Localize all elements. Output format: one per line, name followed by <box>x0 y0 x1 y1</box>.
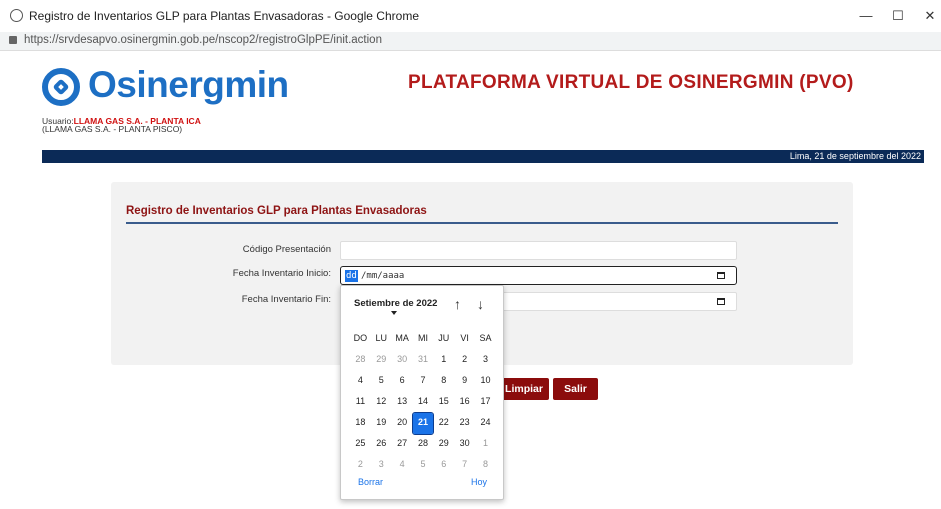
calendar-day[interactable]: 15 <box>433 392 454 413</box>
calendar-day[interactable]: 27 <box>392 434 413 455</box>
calendar-day[interactable]: 7 <box>454 455 475 476</box>
maximize-button[interactable]: ☐ <box>888 6 908 26</box>
calendar-day[interactable]: 4 <box>392 455 413 476</box>
calendar-day[interactable]: 12 <box>371 392 392 413</box>
calendar-day[interactable]: 20 <box>392 413 413 434</box>
calendar-day[interactable]: 1 <box>475 434 496 455</box>
calendar-day[interactable]: 30 <box>454 434 475 455</box>
calendar-day[interactable]: 3 <box>475 350 496 371</box>
calendar-day[interactable]: 19 <box>371 413 392 434</box>
minimize-button[interactable]: — <box>856 6 876 26</box>
calendar-icon[interactable] <box>717 298 725 305</box>
inicio-date-rest[interactable]: /mm/aaaa <box>361 270 404 282</box>
brand-name: Osinergmin <box>88 64 289 105</box>
calendar-day[interactable]: 25 <box>350 434 371 455</box>
arrow-up-icon[interactable]: ↑ <box>454 296 461 312</box>
calendar-day[interactable]: 14 <box>413 392 434 413</box>
weekday-label: LU <box>375 333 388 343</box>
platform-title: PLATAFORMA VIRTUAL DE OSINERGMIN (PVO) <box>408 72 854 93</box>
calendar-day[interactable]: 30 <box>392 350 413 371</box>
weekday-label: VI <box>460 333 469 343</box>
calendar-day[interactable]: 7 <box>413 371 434 392</box>
weekday-label: SA <box>479 333 492 343</box>
form-heading: Registro de Inventarios GLP para Plantas… <box>126 205 427 217</box>
weekday-label: DO <box>353 333 368 343</box>
today-button[interactable]: Hoy <box>471 477 487 487</box>
window-title: Registro de Inventarios GLP para Plantas… <box>29 9 419 23</box>
heading-divider <box>126 222 838 224</box>
calendar-day[interactable]: 5 <box>371 371 392 392</box>
calendar-day[interactable]: 23 <box>454 413 475 434</box>
calendar-day[interactable]: 9 <box>454 371 475 392</box>
calendar-day[interactable]: 10 <box>475 371 496 392</box>
current-date: Lima, 21 de septiembre del 2022 <box>789 151 921 161</box>
datepicker-popup: Setiembre de 2022 ↑ ↓ DO LU MA MI JU VI SA 28 2… <box>340 285 504 500</box>
calendar-day[interactable]: 4 <box>350 371 371 392</box>
calendar-day[interactable]: 13 <box>392 392 413 413</box>
calendar-day[interactable]: 29 <box>371 350 392 371</box>
calendar-day[interactable]: 11 <box>350 392 371 413</box>
arrow-down-icon[interactable]: ↓ <box>477 296 484 312</box>
fin-label: Fecha Inventario Fin: <box>241 294 331 305</box>
calendar-day[interactable]: 31 <box>413 350 434 371</box>
calendar-week: 11 12 13 14 15 16 17 <box>350 392 496 413</box>
calendar-day[interactable]: 28 <box>413 434 434 455</box>
calendar-week: 4 5 6 7 8 9 10 <box>350 371 496 392</box>
calendar-day[interactable]: 16 <box>454 392 475 413</box>
user-plant: (LLAMA GAS S.A. - PLANTA PISCO) <box>42 124 183 134</box>
chevron-down-icon[interactable] <box>391 311 397 315</box>
nav-band: Lima, 21 de septiembre del 2022 <box>42 150 924 163</box>
calendar-week: 18 19 20 21 22 23 24 <box>350 412 496 435</box>
calendar-day[interactable]: 3 <box>371 455 392 476</box>
calendar-week: 25 26 27 28 29 30 1 <box>350 434 496 455</box>
chrome-icon <box>10 9 23 22</box>
weekday-label: MI <box>417 333 428 343</box>
calendar-day[interactable]: 26 <box>371 434 392 455</box>
calendar-week: 28 29 30 31 1 2 3 <box>350 350 496 371</box>
codigo-label: Código Presentación <box>242 244 331 255</box>
close-button[interactable]: ✕ <box>920 6 940 26</box>
calendar-day[interactable]: 17 <box>475 392 496 413</box>
salir-button[interactable]: Salir <box>553 378 598 400</box>
logo-mark-icon <box>42 68 80 106</box>
address-bar[interactable]: https://srvdesapvo.osinergmin.gob.pe/nsc… <box>0 32 941 51</box>
calendar-day[interactable]: 28 <box>350 350 371 371</box>
calendar-day[interactable]: 5 <box>413 455 434 476</box>
calendar-day[interactable]: 8 <box>433 371 454 392</box>
lock-icon <box>9 36 17 44</box>
limpiar-button[interactable]: Limpiar <box>499 378 549 400</box>
inicio-label: Fecha Inventario Inicio: <box>232 268 331 279</box>
weekday-header: DO LU MA MI JU VI SA <box>350 329 496 350</box>
inicio-date-input[interactable]: dd /mm/aaaa <box>340 266 737 285</box>
calendar-day[interactable]: 24 <box>475 413 496 434</box>
clear-button[interactable]: Borrar <box>358 477 383 487</box>
window-titlebar: Registro de Inventarios GLP para Plantas… <box>0 0 941 33</box>
calendar-day[interactable]: 6 <box>392 371 413 392</box>
selected-day[interactable]: 21 <box>411 412 435 435</box>
calendar-day[interactable]: 2 <box>454 350 475 371</box>
calendar-day[interactable]: 18 <box>350 413 371 434</box>
calendar-icon[interactable] <box>717 272 725 279</box>
weekday-label: MA <box>395 333 409 343</box>
inicio-day-segment[interactable]: dd <box>345 270 358 282</box>
codigo-input[interactable] <box>340 241 737 260</box>
calendar-day[interactable]: 29 <box>433 434 454 455</box>
calendar-day[interactable]: 8 <box>475 455 496 476</box>
calendar-day[interactable]: 22 <box>433 413 454 434</box>
weekday-label: JU <box>438 333 450 343</box>
month-selector[interactable]: Setiembre de 2022 <box>354 298 437 309</box>
url-text[interactable]: https://srvdesapvo.osinergmin.gob.pe/nsc… <box>24 34 382 46</box>
calendar-week: 2345678 <box>350 455 496 476</box>
calendar-day[interactable]: 1 <box>433 350 454 371</box>
calendar-day[interactable]: 6 <box>433 455 454 476</box>
calendar-day[interactable]: 2 <box>350 455 371 476</box>
calendar-grid: DO LU MA MI JU VI SA 28 29 30 31 1 2 3 4 5 6 7 8 9 10 11 12 13… <box>350 329 496 476</box>
